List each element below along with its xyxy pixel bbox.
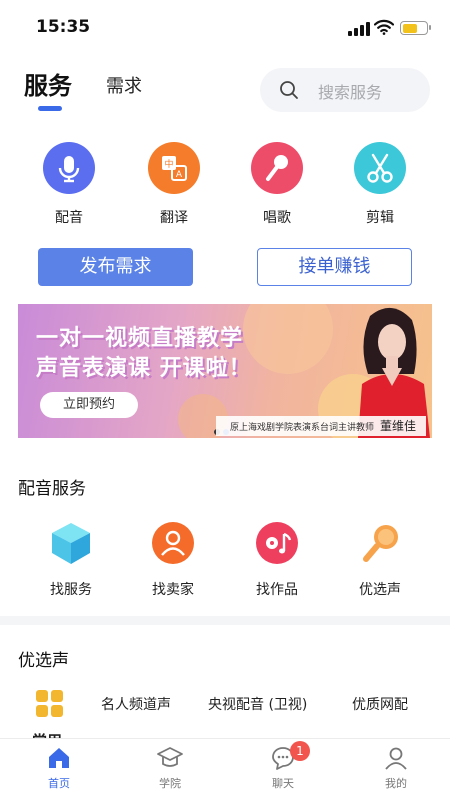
status-bar: 15:35 [0,0,450,54]
search-input[interactable]: 搜索服务 [260,68,430,112]
quick-service-singing[interactable]: 唱歌 [247,142,307,227]
microphone-icon [43,142,95,194]
tab-home[interactable]: 首页 [19,745,99,791]
section-title-voice-services: 配音服务 [18,479,86,499]
cube-icon [48,520,94,566]
voice-service-label: 找服务 [50,582,92,598]
graduation-cap-icon [157,747,183,767]
tab-academy[interactable]: 学院 [130,745,210,791]
quick-service-translate[interactable]: 中 A 翻译 [144,142,204,227]
section-divider [0,616,450,625]
search-placeholder: 搜索服务 [318,83,383,102]
category-celebrity-voice[interactable]: 名人频道声 [101,694,171,714]
voice-service-find-works[interactable]: 找作品 [239,520,315,599]
karaoke-mic-icon [251,142,303,194]
voice-service-label: 找卖家 [152,582,194,598]
tab-services[interactable]: 服务 [24,66,72,101]
teacher-name: 董维佳 [380,419,417,433]
voice-service-find-seller[interactable]: 找卖家 [135,520,211,599]
scissors-icon [354,142,406,194]
tab-label: 首页 [48,777,70,790]
grid-icon[interactable] [36,690,64,718]
quick-service-dubbing[interactable]: 配音 [39,142,99,227]
voice-service-find-service[interactable]: 找服务 [33,520,109,599]
quick-service-label: 唱歌 [263,210,291,226]
wifi-icon [374,19,394,35]
music-disc-icon [254,520,300,566]
tab-demands[interactable]: 需求 [106,72,142,98]
tab-label: 学院 [159,777,181,790]
tab-label: 我的 [385,777,407,790]
home-icon [49,748,69,768]
voice-service-label: 找作品 [256,582,298,598]
service-page: 15:35 服务 需求 搜索服务 配音 中 A 翻译 唱歌 剪辑 发布需求 接单… [0,0,450,802]
svg-text:A: A [176,170,183,180]
unread-badge: 1 [290,741,310,761]
category-quality-online[interactable]: 优质网配 [352,694,408,714]
search-icon [280,81,298,99]
microphone-icon [357,520,403,566]
promo-banner[interactable]: 一对一视频直播教学 声音表演课 开课啦！ 立即预约 原上海戏剧学院表演系台词主讲… [18,304,432,438]
publish-demand-button[interactable]: 发布需求 [38,248,193,286]
voice-service-label: 优选声 [359,582,401,598]
teacher-caption: 原上海戏剧学院表演系台词主讲教师 董维佳 [216,416,426,436]
user-icon [385,747,407,770]
category-cctv-dubbing[interactable]: 央视配音 (卫视) [208,694,307,714]
banner-headline: 一对一视频直播教学 [36,326,244,351]
section-title-premium-voice: 优选声 [18,651,69,671]
status-time: 15:35 [36,17,91,37]
quick-service-editing[interactable]: 剪辑 [350,142,410,227]
banner-subheadline: 声音表演课 开课啦！ [36,356,252,381]
tab-me[interactable]: 我的 [356,745,436,791]
person-icon [150,520,196,566]
tab-chat[interactable]: 1 聊天 [243,741,323,791]
quick-service-label: 翻译 [160,210,188,226]
banner-decoration [243,304,333,374]
quick-service-label: 配音 [55,210,83,226]
book-now-button[interactable]: 立即预约 [40,392,138,418]
take-orders-button[interactable]: 接单赚钱 [257,248,412,286]
bottom-tab-bar: 首页 学院 1 聊天 我的 [0,738,450,802]
tab-label: 聊天 [272,777,294,790]
cellular-signal-icon [348,22,370,36]
translate-icon: 中 A [148,142,200,194]
voice-service-premium-voice[interactable]: 优选声 [342,520,418,599]
quick-service-label: 剪辑 [366,210,394,226]
battery-icon [400,21,431,35]
teacher-title: 原上海戏剧学院表演系台词主讲教师 [230,423,375,433]
active-tab-indicator [38,106,62,111]
